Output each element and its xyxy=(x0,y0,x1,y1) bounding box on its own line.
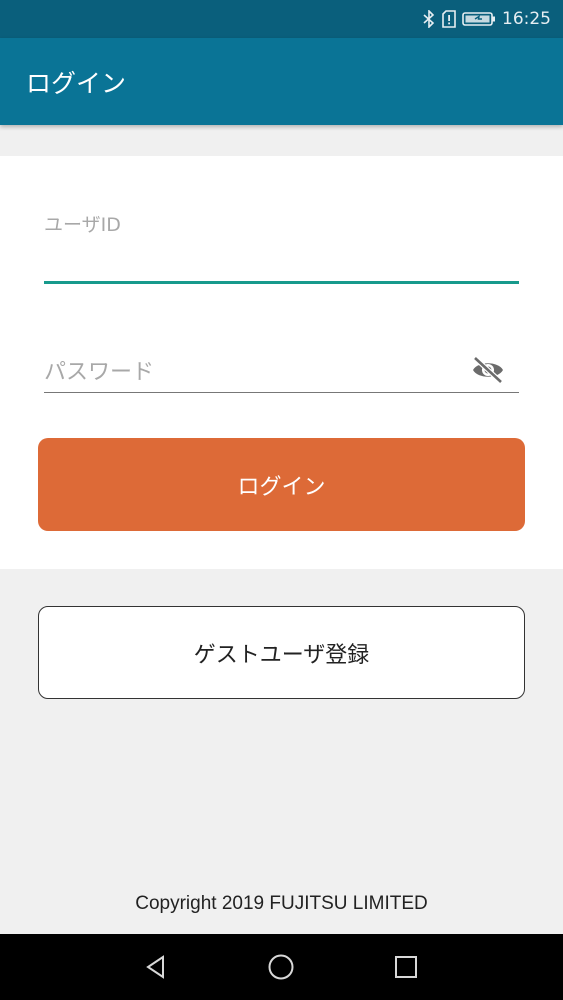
eye-off-icon[interactable] xyxy=(468,350,508,390)
back-icon[interactable] xyxy=(136,947,176,987)
home-icon[interactable] xyxy=(261,947,301,987)
password-field[interactable]: パスワード xyxy=(44,354,154,386)
copyright-text: Copyright 2019 FUJITSU LIMITED xyxy=(135,893,428,914)
user-id-underline xyxy=(44,281,519,284)
page-title: ログイン xyxy=(26,68,127,98)
password-underline xyxy=(44,392,519,393)
status-bar: 16:25 xyxy=(0,0,563,38)
bluetooth-icon xyxy=(422,10,436,28)
user-id-field[interactable]: ユーザID xyxy=(44,210,121,237)
system-nav-bar xyxy=(0,934,563,1000)
app-bar: ログイン xyxy=(0,38,563,125)
guest-register-button[interactable]: ゲストユーザ登録 xyxy=(38,606,525,699)
sim-alert-icon xyxy=(442,10,456,28)
login-form: ユーザID パスワード ログイン xyxy=(0,156,563,569)
recents-icon[interactable] xyxy=(386,947,426,987)
status-time: 16:25 xyxy=(502,9,551,29)
battery-charging-icon xyxy=(462,11,496,27)
login-button[interactable]: ログイン xyxy=(38,438,525,531)
